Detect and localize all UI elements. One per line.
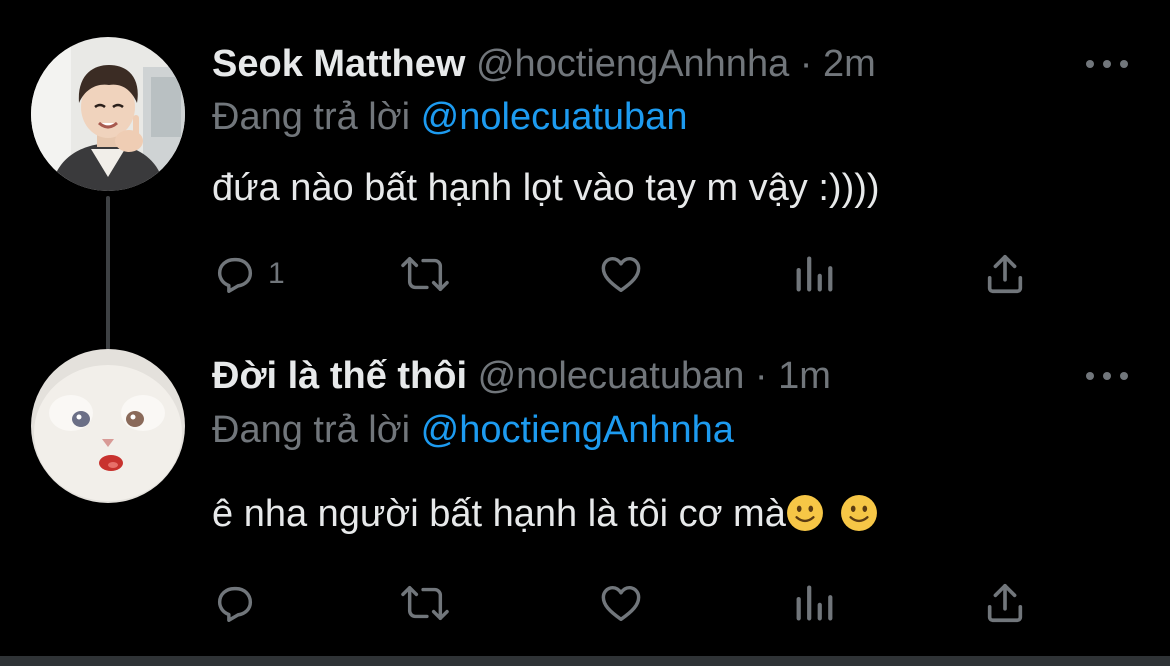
reply-count: 1 <box>268 257 285 290</box>
tweet-text: ê nha người bất hạnh là tôi cơ mà <box>212 493 786 535</box>
white-cat-photo-avatar <box>31 349 185 503</box>
share-upload-icon <box>987 583 1023 623</box>
views-button[interactable] <box>792 249 836 299</box>
person-photo-avatar <box>31 37 185 191</box>
separator-dot: · <box>754 355 768 397</box>
like-button[interactable] <box>597 578 645 628</box>
timestamp[interactable]: 2m <box>823 43 876 85</box>
retweet-button[interactable] <box>400 578 450 628</box>
views-bar-chart-icon <box>796 585 833 621</box>
more-dots-icon[interactable] <box>1086 366 1128 386</box>
mention-link[interactable]: @nolecuatuban <box>421 96 688 138</box>
reply-bubble-icon <box>217 586 253 622</box>
tweet-header: Seok Matthew @hoctiengAnhnha · 2m <box>212 42 876 86</box>
tweet-text-container: ê nha người bất hạnh là tôi cơ mà <box>212 490 878 538</box>
replying-to-label: Đang trả lời <box>212 409 411 451</box>
more-dots-icon[interactable] <box>1086 54 1128 74</box>
separator-dot: · <box>799 43 813 85</box>
views-button[interactable] <box>792 578 836 628</box>
retweet-icon <box>401 256 449 292</box>
mention-link[interactable]: @hoctiengAnhnha <box>421 409 734 451</box>
retweet-button[interactable] <box>400 249 450 299</box>
avatar[interactable] <box>31 37 185 191</box>
heart-icon <box>601 256 641 293</box>
tweet[interactable]: Seok Matthew @hoctiengAnhnha · 2m Đang t… <box>0 0 1170 330</box>
retweet-icon <box>401 585 449 621</box>
tweet[interactable]: Đời là thế thôi @nolecuatuban · 1m Đang … <box>0 330 1170 666</box>
slightly-smiling-face-icon <box>786 495 823 531</box>
share-button[interactable] <box>982 249 1028 299</box>
replying-to: Đang trả lời @nolecuatuban <box>212 95 687 139</box>
like-button[interactable] <box>597 249 645 299</box>
display-name[interactable]: Seok Matthew <box>212 43 465 85</box>
tweet-actions <box>212 578 1042 628</box>
user-handle[interactable]: @nolecuatuban <box>478 355 745 397</box>
reply-bubble-icon <box>217 257 253 293</box>
views-bar-chart-icon <box>796 256 833 292</box>
replying-to: Đang trả lời @hoctiengAnhnha <box>212 408 734 452</box>
reply-button[interactable]: 1 <box>212 249 285 299</box>
heart-icon <box>601 585 641 622</box>
replying-to-label: Đang trả lời <box>212 96 411 138</box>
share-upload-icon <box>987 254 1023 294</box>
reply-button[interactable] <box>212 578 268 628</box>
bottom-divider <box>0 656 1170 666</box>
avatar[interactable] <box>31 349 185 503</box>
slightly-smiling-face-icon <box>840 495 877 531</box>
tweet-header: Đời là thế thôi @nolecuatuban · 1m <box>212 354 831 398</box>
tweet-thread: Seok Matthew @hoctiengAnhnha · 2m Đang t… <box>0 0 1170 666</box>
timestamp[interactable]: 1m <box>778 355 831 397</box>
display-name[interactable]: Đời là thế thôi <box>212 355 467 397</box>
share-button[interactable] <box>982 578 1028 628</box>
user-handle[interactable]: @hoctiengAnhnha <box>476 43 789 85</box>
tweet-text: đứa nào bất hạnh lọt vào tay m vậy :)))) <box>212 167 880 209</box>
tweet-actions: 1 <box>212 249 1042 299</box>
